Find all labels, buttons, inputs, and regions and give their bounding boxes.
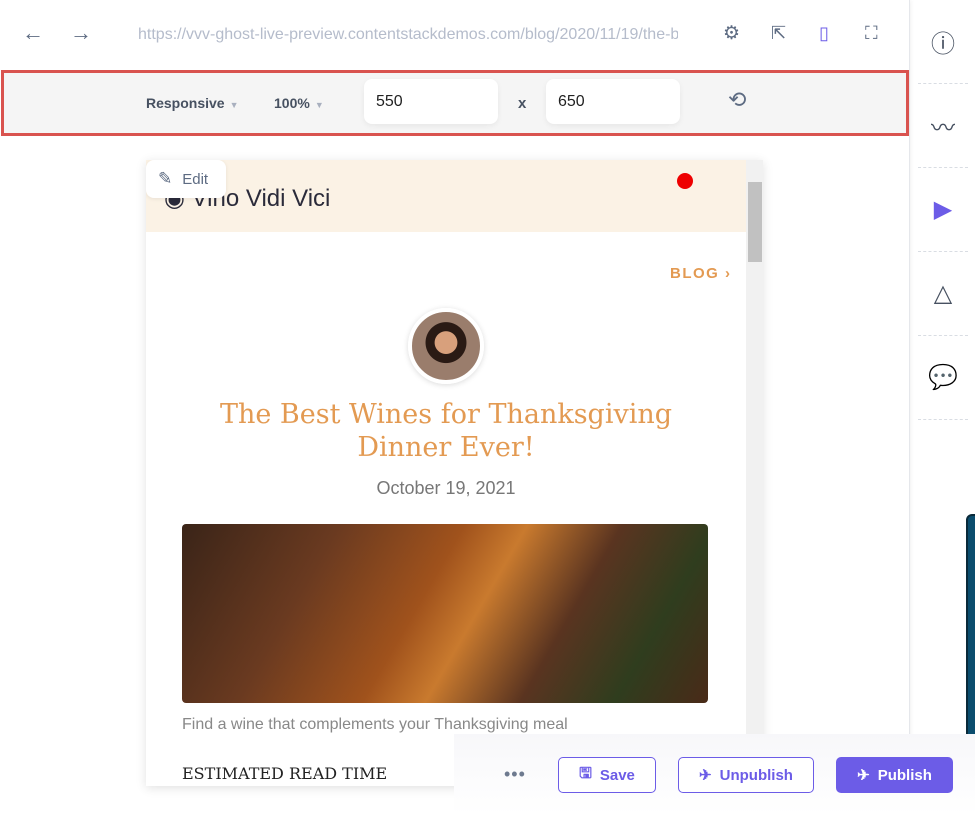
section-heading: ESTIMATED READ TIME [182, 764, 388, 783]
edit-label: Edit [182, 170, 209, 188]
publish-button[interactable]: ✈ Publish [836, 757, 953, 793]
device-label: Responsive [146, 95, 225, 111]
author-avatar [408, 308, 484, 384]
fullscreen-icon[interactable]: ⛶ [865, 24, 878, 42]
save-icon: 🖫 [579, 764, 592, 782]
image-caption: Find a wine that complements your Thanks… [182, 716, 568, 733]
post-title: The Best Wines for Thanksgiving Dinner E… [219, 399, 673, 463]
nav-blog-link[interactable]: BLOG › [670, 265, 732, 282]
zoom-label: 100% [274, 95, 310, 111]
chevron-right-icon: › [725, 265, 732, 282]
caret-down-icon: ▼ [229, 100, 239, 110]
device-preview-icon[interactable]: ▯ [819, 24, 829, 42]
height-input[interactable] [546, 79, 680, 124]
caret-down-icon: ▼ [314, 100, 324, 110]
forward-arrow-icon[interactable]: → [70, 22, 92, 44]
dimension-separator: x [518, 95, 527, 112]
save-button[interactable]: 🖫 Save [558, 757, 656, 793]
more-options-button[interactable]: ••• [504, 764, 526, 785]
open-external-icon[interactable]: ⇱ [771, 24, 786, 42]
frame-scrollbar[interactable] [746, 160, 763, 786]
browser-toolbar: ← → https://vvv-ghost-live-preview.conte… [0, 0, 910, 70]
preview-panel: ← → https://vvv-ghost-live-preview.conte… [0, 0, 910, 814]
status-dot [677, 173, 693, 189]
device-dropdown[interactable]: Responsive ▼ [146, 95, 239, 111]
shapes-icon[interactable]: △ [918, 252, 968, 336]
drawer-handle[interactable] [966, 514, 975, 750]
info-icon[interactable]: ⓘ [918, 0, 968, 84]
scrollbar-thumb[interactable] [748, 182, 762, 262]
unpublish-label: Unpublish [719, 766, 793, 784]
width-input[interactable] [364, 79, 498, 124]
url-bar[interactable]: https://vvv-ghost-live-preview.contentst… [138, 26, 678, 44]
publish-label: Publish [877, 766, 932, 784]
responsive-toolbar: Responsive ▼ 100% ▼ x ⟲ [1, 70, 909, 136]
unpublish-icon: ✈ [699, 767, 712, 784]
site-header: ◉ Vino Vidi Vici [146, 160, 746, 232]
live-preview-icon[interactable]: ▶ [918, 168, 968, 252]
pencil-icon: ✎ [158, 169, 173, 188]
publish-icon: ✈ [857, 767, 870, 784]
action-bar: ••• 🖫 Save ✈ Unpublish ✈ Publish [454, 734, 975, 814]
back-arrow-icon[interactable]: ← [22, 22, 44, 44]
zoom-dropdown[interactable]: 100% ▼ [274, 95, 324, 111]
blog-label: BLOG [670, 265, 720, 282]
rotate-device-icon[interactable]: ⟲ [728, 89, 746, 111]
post-hero-image [182, 524, 708, 703]
save-label: Save [599, 766, 635, 784]
edit-button[interactable]: ✎ Edit [146, 160, 226, 198]
post-date: October 19, 2021 [376, 478, 516, 498]
settings-gear-icon[interactable]: ⚙ [723, 24, 740, 43]
comments-icon[interactable]: 💬 [918, 336, 968, 420]
unpublish-button[interactable]: ✈ Unpublish [678, 757, 814, 793]
activity-icon[interactable]: 〰 [918, 84, 968, 168]
site-preview-frame: ◉ Vino Vidi Vici ✎ Edit BLOG › The Best W… [146, 160, 763, 786]
